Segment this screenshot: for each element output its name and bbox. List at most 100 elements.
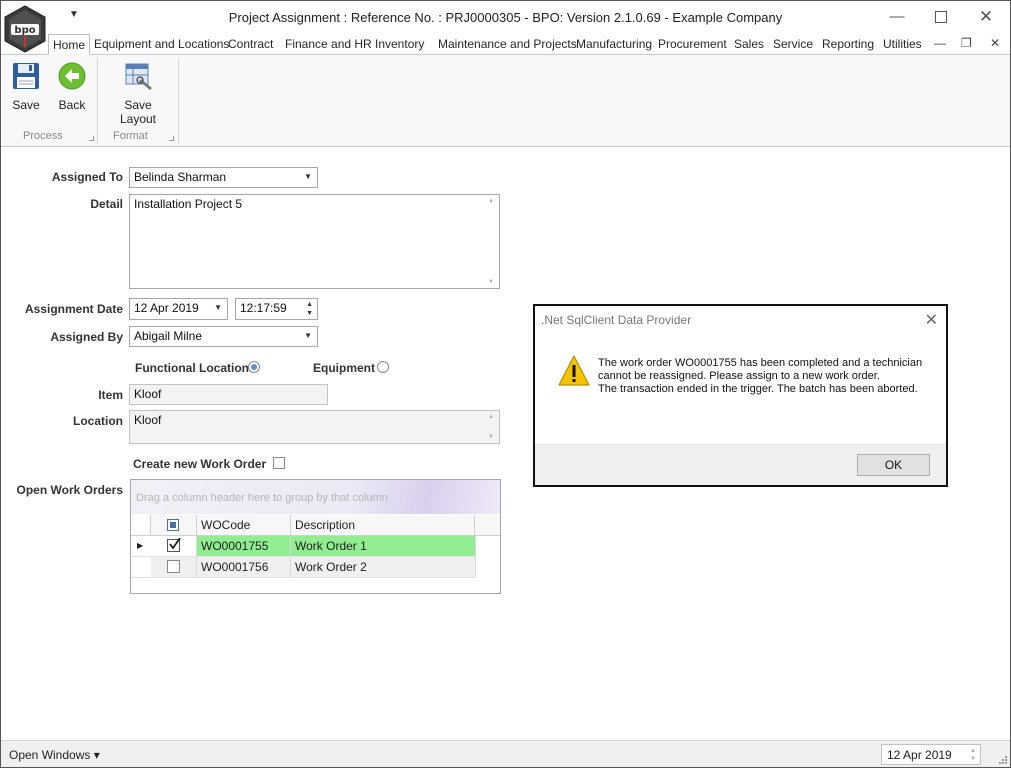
tab-contract[interactable]: Contract xyxy=(224,34,277,55)
grid-header-filler xyxy=(475,515,500,536)
scroll-down-icon[interactable]: ▼ xyxy=(488,279,494,285)
spin-arrows-icon[interactable]: ▲ ▼ xyxy=(306,300,313,318)
scroll-up-icon[interactable]: ▲ xyxy=(488,414,494,420)
tab-finance-and-hr[interactable]: Finance and HR xyxy=(281,34,376,55)
dialog-title: .Net SqlClient Data Provider xyxy=(541,313,692,327)
row-checkbox-checked[interactable] xyxy=(167,538,181,552)
tab-utilities[interactable]: Utilities xyxy=(879,34,926,55)
row-indicator-cell xyxy=(131,557,151,577)
description-cell: Work Order 1 xyxy=(291,536,476,556)
current-row-indicator-icon: ▶ xyxy=(137,541,144,550)
open-work-orders-label: Open Work Orders xyxy=(16,483,123,497)
assigned-by-value: Abigail Milne xyxy=(134,329,203,343)
equipment-label: Equipment xyxy=(313,361,375,375)
format-group-launcher-icon[interactable] xyxy=(169,136,174,141)
save-layout-label: Save Layout xyxy=(119,98,157,126)
ribbon-group-separator xyxy=(97,58,98,144)
detail-textarea[interactable]: Installation Project 5 ▲ ▼ xyxy=(129,194,500,289)
close-button[interactable]: ✕ xyxy=(976,7,996,27)
minimize-button[interactable]: — xyxy=(887,7,907,27)
save-layout-button[interactable]: Save Layout xyxy=(105,61,171,126)
app-window: bpo ▼ Project Assignment : Reference No.… xyxy=(0,0,1011,768)
create-work-order-label: Create new Work Order xyxy=(133,457,267,471)
save-layout-icon xyxy=(123,61,153,91)
floppy-disk-icon xyxy=(11,61,41,91)
dialog-message: The work order WO0001755 has been comple… xyxy=(598,357,928,396)
save-label: Save xyxy=(12,98,40,112)
location-label: Location xyxy=(73,414,123,428)
row-select-cell[interactable] xyxy=(151,557,197,577)
group-by-panel[interactable]: Drag a column header here to group by th… xyxy=(131,480,500,514)
assignment-date-picker[interactable]: 12 Apr 2019 ▼ xyxy=(129,298,228,320)
scroll-up-icon[interactable]: ▲ xyxy=(488,198,494,204)
location-scrollbar[interactable]: ▲ ▼ xyxy=(488,414,496,440)
column-header-wocode[interactable]: WOCode xyxy=(197,515,291,536)
ok-button[interactable]: OK xyxy=(857,454,930,476)
location-value: Kloof xyxy=(134,413,162,427)
back-arrow-icon xyxy=(57,61,87,91)
equipment-radio[interactable] xyxy=(377,361,389,373)
spin-arrows-icon[interactable]: ▲ ▼ xyxy=(970,747,976,763)
functional-location-radio[interactable] xyxy=(248,361,260,373)
mdi-close-icon[interactable]: ✕ xyxy=(990,36,1000,50)
assigned-to-value: Belinda Sharman xyxy=(134,170,227,184)
save-button[interactable]: Save xyxy=(10,61,42,112)
tab-inventory[interactable]: Inventory xyxy=(371,34,428,55)
tab-sales[interactable]: Sales xyxy=(730,34,768,55)
maximize-button[interactable] xyxy=(931,7,951,27)
window-title: Project Assignment : Reference No. : PRJ… xyxy=(228,10,783,25)
tab-home[interactable]: Home xyxy=(48,34,91,55)
mdi-minimize-icon[interactable]: — xyxy=(934,36,946,50)
chevron-down-icon[interactable]: ▼ xyxy=(214,303,222,312)
back-button[interactable]: Back xyxy=(56,61,88,112)
create-work-order-checkbox[interactable] xyxy=(273,457,285,469)
location-field[interactable]: Kloof ▲ ▼ xyxy=(129,410,500,444)
column-header-description[interactable]: Description xyxy=(291,515,475,536)
tab-reporting[interactable]: Reporting xyxy=(818,34,878,55)
ribbon-tabs: Home Equipment and Locations Contract Fi… xyxy=(1,34,1010,55)
group-label-process: Process xyxy=(23,130,63,142)
select-all-header[interactable] xyxy=(151,515,197,536)
dialog-message-line2: The transaction ended in the trigger. Th… xyxy=(598,383,918,395)
open-windows-button[interactable]: Open Windows ▾ xyxy=(9,748,100,762)
wocode-cell: WO0001755 xyxy=(197,536,291,556)
wocode-cell: WO0001756 xyxy=(197,557,291,577)
mdi-restore-icon[interactable]: ❐ xyxy=(961,36,972,50)
open-work-orders-grid[interactable]: Drag a column header here to group by th… xyxy=(130,479,501,594)
detail-label: Detail xyxy=(90,197,123,211)
ribbon: Save Back Process Save Layout Format xyxy=(1,54,1010,147)
assignment-date-value: 12 Apr 2019 xyxy=(134,301,199,315)
tab-maintenance-and-projects[interactable]: Maintenance and Projects xyxy=(434,34,581,55)
description-cell: Work Order 2 xyxy=(291,557,476,577)
scroll-down-icon[interactable]: ▼ xyxy=(488,434,494,440)
assigned-to-dropdown[interactable]: Belinda Sharman ▼ xyxy=(129,167,318,188)
resize-grip-icon[interactable] xyxy=(998,755,1008,765)
process-group-launcher-icon[interactable] xyxy=(89,136,94,141)
chevron-down-icon[interactable]: ▼ xyxy=(304,172,312,181)
tab-procurement[interactable]: Procurement xyxy=(654,34,731,55)
table-row[interactable]: WO0001756 Work Order 2 xyxy=(131,557,476,578)
status-date-spinner[interactable]: 12 Apr 2019 ▲ ▼ xyxy=(881,744,981,765)
table-row[interactable]: ▶ WO0001755 Work Order 1 xyxy=(131,536,476,557)
tab-service[interactable]: Service xyxy=(769,34,817,55)
row-select-cell[interactable] xyxy=(151,536,197,556)
chevron-down-icon[interactable]: ▼ xyxy=(304,331,312,340)
row-checkbox[interactable] xyxy=(167,560,180,573)
item-field[interactable]: Kloof xyxy=(129,384,328,405)
ribbon-group-separator xyxy=(178,58,179,144)
dialog-footer: OK xyxy=(535,444,946,485)
assignment-time-spinner[interactable]: 12:17:59 ▲ ▼ xyxy=(235,298,318,320)
tab-manufacturing[interactable]: Manufacturing xyxy=(572,34,656,55)
detail-value: Installation Project 5 xyxy=(134,197,243,211)
group-by-hint: Drag a column header here to group by th… xyxy=(136,492,388,504)
select-all-checkbox[interactable] xyxy=(167,519,179,531)
tab-equipment-and-locations[interactable]: Equipment and Locations xyxy=(90,34,233,55)
title-bar: bpo ▼ Project Assignment : Reference No.… xyxy=(1,1,1010,53)
bpo-logo[interactable]: bpo xyxy=(3,5,47,53)
functional-location-label: Functional Location xyxy=(135,361,249,375)
dialog-close-button[interactable]: ✕ xyxy=(925,310,938,330)
detail-scrollbar[interactable]: ▲ ▼ xyxy=(488,198,496,285)
assigned-by-dropdown[interactable]: Abigail Milne ▼ xyxy=(129,326,318,347)
error-dialog: .Net SqlClient Data Provider ✕ The work … xyxy=(533,304,948,487)
assigned-to-label: Assigned To xyxy=(51,170,123,184)
